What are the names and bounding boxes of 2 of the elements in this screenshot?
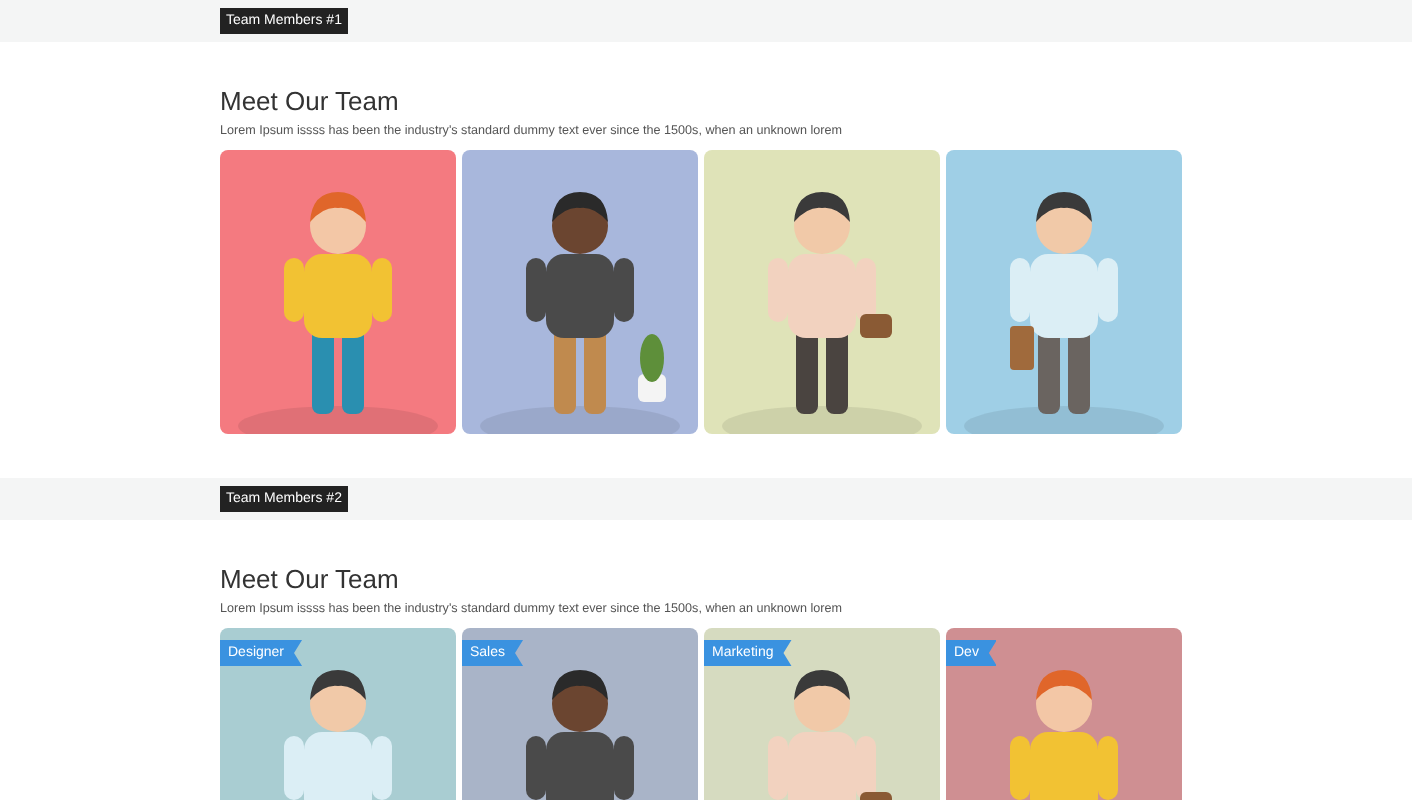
section-title: Meet Our Team [220,86,401,118]
section-title: Meet Our Team [220,564,401,596]
